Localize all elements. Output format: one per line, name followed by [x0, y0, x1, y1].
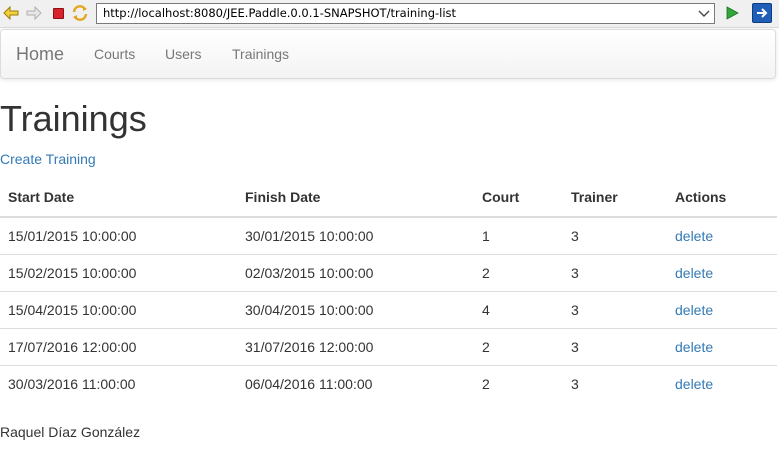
header-trainer: Trainer [563, 178, 667, 218]
actions-cell: delete [667, 217, 777, 254]
nav-link-users[interactable]: Users [165, 30, 202, 78]
finish-date-cell: 30/01/2015 10:00:00 [245, 227, 374, 244]
url-text: http://localhost:8080/JEE.Paddle.0.0.1-S… [103, 6, 457, 20]
extension-icon[interactable] [752, 3, 772, 23]
forward-arrow-icon[interactable] [25, 4, 43, 22]
start-date-cell: 17/07/2016 12:00:00 [0, 327, 237, 365]
finish-date-cell: 31/07/2016 12:00:00 [237, 327, 474, 365]
trainer-cell: 3 [563, 327, 667, 365]
actions-cell: delete [667, 364, 777, 402]
stop-icon[interactable] [49, 4, 67, 22]
trainer-cell: 3 [571, 227, 579, 244]
navbar: Home Courts Users Trainings [0, 29, 776, 79]
header-finish-date: Finish Date [237, 178, 474, 218]
browser-toolbar: http://localhost:8080/JEE.Paddle.0.0.1-S… [0, 0, 779, 28]
court-cell: 2 [474, 327, 563, 365]
go-icon[interactable] [723, 4, 741, 22]
court-cell: 2 [474, 364, 563, 402]
chevron-down-icon[interactable] [698, 4, 710, 23]
table-row: 17/07/2016 12:00:00 31/07/2016 12:00:00 … [0, 327, 777, 365]
table-row: 15/02/2015 10:00:00 02/03/2015 10:00:00 … [0, 253, 777, 291]
table-row: 15/04/2015 10:00:00 30/04/2015 10:00:00 … [0, 290, 777, 328]
header-start-date: Start Date [0, 178, 237, 218]
delete-link[interactable]: delete [675, 302, 713, 318]
trainings-table: Start Date Finish Date Court Trainer Act… [0, 178, 777, 402]
nav-brand-home[interactable]: Home [16, 30, 64, 78]
actions-cell: delete [667, 253, 777, 291]
court-cell: 1 [482, 227, 490, 244]
delete-link[interactable]: delete [675, 339, 713, 355]
actions-cell: delete [667, 290, 777, 328]
trainer-cell: 3 [563, 253, 667, 291]
court-cell: 2 [474, 253, 563, 291]
delete-link[interactable]: delete [675, 376, 713, 392]
trainer-cell: 3 [563, 290, 667, 328]
address-bar[interactable]: http://localhost:8080/JEE.Paddle.0.0.1-S… [96, 3, 715, 24]
start-date-cell: 15/02/2015 10:00:00 [0, 253, 237, 291]
delete-link[interactable]: delete [675, 228, 713, 244]
back-arrow-icon[interactable] [2, 4, 20, 22]
table-row: 30/03/2016 11:00:00 06/04/2016 11:00:00 … [0, 364, 777, 402]
start-date-cell: 30/03/2016 11:00:00 [0, 364, 237, 402]
finish-date-cell: 02/03/2015 10:00:00 [237, 253, 474, 291]
header-court: Court [474, 178, 563, 218]
finish-date-cell: 06/04/2016 11:00:00 [237, 364, 474, 402]
start-date-cell: 15/04/2015 10:00:00 [0, 290, 237, 328]
court-cell: 4 [474, 290, 563, 328]
actions-cell: delete [667, 327, 777, 365]
trainer-cell: 3 [563, 364, 667, 402]
delete-link[interactable]: delete [675, 265, 713, 281]
nav-link-trainings[interactable]: Trainings [232, 30, 289, 78]
table-row: 15/01/2015 10:00:00 30/01/2015 10:00:00 … [0, 217, 777, 254]
footer-author: Raquel Díaz González [0, 424, 141, 440]
nav-link-courts[interactable]: Courts [94, 30, 135, 78]
refresh-icon[interactable] [71, 4, 89, 22]
create-training-link[interactable]: Create Training [0, 150, 96, 168]
finish-date-cell: 30/04/2015 10:00:00 [237, 290, 474, 328]
table-header-row: Start Date Finish Date Court Trainer Act… [0, 178, 777, 218]
page-title: Trainings [0, 98, 147, 139]
header-actions: Actions [667, 178, 777, 218]
start-date-cell: 15/01/2015 10:00:00 [8, 227, 137, 244]
